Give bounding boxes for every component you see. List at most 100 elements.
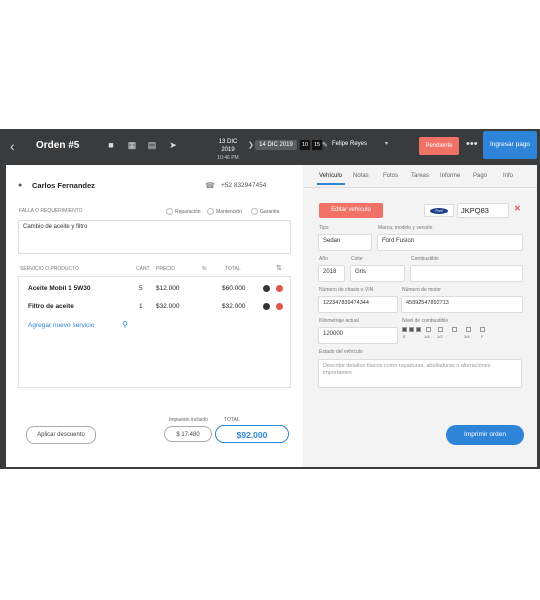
fuel-box[interactable] xyxy=(402,327,407,332)
add-service-link[interactable]: Agregar nuevo servicio xyxy=(28,322,94,329)
tab-indicator xyxy=(317,183,345,185)
state-label: Estado del vehículo xyxy=(319,349,363,355)
tab-report[interactable]: Informe xyxy=(440,173,460,179)
fuel-box[interactable] xyxy=(452,327,457,332)
date-to[interactable]: 14 DIC 2019 xyxy=(255,140,297,150)
apply-discount-button[interactable]: Aplicar descuento xyxy=(26,426,96,444)
fuel-label-e: E xyxy=(403,334,406,339)
type-field[interactable]: Sedan xyxy=(318,234,372,251)
option-warranty[interactable]: Garantía xyxy=(251,208,279,215)
delete-icon[interactable] xyxy=(276,285,283,292)
wrench-icon: ✎ xyxy=(322,142,328,149)
top-bar: ‹ Orden #5 ■ ▦ ▤ ➤ 13 DIC 2019 10:46 PM … xyxy=(0,129,540,165)
status-button[interactable]: Pendiente xyxy=(419,137,459,155)
fuel-box[interactable] xyxy=(466,327,471,332)
year-field[interactable]: 2018 xyxy=(318,265,345,282)
close-icon[interactable]: ✕ xyxy=(514,204,521,213)
chevron-down-icon[interactable]: ▾ xyxy=(385,140,388,147)
check-icon[interactable] xyxy=(263,285,270,292)
request-textarea[interactable]: Cambio de aceite y filtro xyxy=(18,220,291,254)
tab-payment[interactable]: Pago xyxy=(473,173,487,179)
service-name: Filtro de aceite xyxy=(28,303,74,310)
service-total: $32.000 xyxy=(222,303,246,310)
date-from-time: 10:46 PM xyxy=(217,155,239,161)
minute-field[interactable]: 15 xyxy=(312,140,322,150)
color-field[interactable]: Gris xyxy=(350,265,405,282)
service-qty: 1 xyxy=(139,303,143,310)
radio-icon xyxy=(251,208,258,215)
delete-icon[interactable] xyxy=(276,303,283,310)
engine-field[interactable]: 458925478​92713 xyxy=(401,296,523,313)
km-field[interactable]: 120000 xyxy=(318,327,398,344)
divider xyxy=(18,387,291,388)
tab-notes[interactable]: Notas xyxy=(353,173,369,179)
col-service: SERVICIO O PRODUCTO xyxy=(20,266,79,272)
app-window: ‹ Orden #5 ■ ▦ ▤ ➤ 13 DIC 2019 10:46 PM … xyxy=(0,129,540,469)
fuel-box[interactable] xyxy=(438,327,443,332)
plate-field[interactable]: JKPQ83 xyxy=(457,203,509,218)
option-maintenance-label: Mantención xyxy=(216,208,242,215)
calendar-icon[interactable]: ▦ xyxy=(126,140,138,150)
col-total: TOTAL xyxy=(225,266,241,272)
fuel-type-label: Combustible xyxy=(411,256,439,262)
tab-vehicle[interactable]: Vehículo xyxy=(319,173,342,179)
print-order-button[interactable]: Imprimir orden xyxy=(446,425,524,445)
col-qty: CANT xyxy=(136,266,150,272)
col-discount: % xyxy=(202,266,207,272)
tab-photos[interactable]: Fotos xyxy=(383,173,398,179)
customer-name[interactable]: Carlos Fernandez xyxy=(32,181,95,190)
edit-vehicle-button[interactable]: Editar vehículo xyxy=(319,203,383,218)
service-price: $32.000 xyxy=(156,303,180,310)
send-icon[interactable]: ➤ xyxy=(167,140,179,150)
brand-logo: Ford xyxy=(424,204,454,217)
divider xyxy=(18,276,291,277)
fuel-box[interactable] xyxy=(480,327,485,332)
more-icon[interactable]: ••• xyxy=(466,138,478,150)
user-icon: ● xyxy=(18,182,23,189)
tab-info[interactable]: Info xyxy=(503,173,513,179)
request-label: FALLA O REQUERIMIENTO xyxy=(19,208,83,214)
fuel-level-label: Nivel de combustible xyxy=(402,318,449,324)
hour-field[interactable]: 10 xyxy=(300,140,310,150)
radio-icon xyxy=(166,208,173,215)
year-label: Año xyxy=(319,256,328,262)
user-name[interactable]: Felipe Reyes xyxy=(332,141,367,147)
search-icon[interactable]: ⚲ xyxy=(122,320,128,329)
check-icon[interactable] xyxy=(263,303,270,310)
folder-icon[interactable]: ■ xyxy=(105,140,117,150)
enter-payment-button[interactable]: Ingresar pago xyxy=(483,131,537,159)
customer-phone[interactable]: +52 832947454 xyxy=(221,182,266,189)
option-maintenance[interactable]: Mantención xyxy=(207,208,242,215)
option-repair-label: Reparación xyxy=(175,208,201,215)
vin-label: Número de chasis o VIN xyxy=(319,287,374,293)
date-from-day: 13 DIC 2019 xyxy=(218,139,238,153)
divider xyxy=(303,187,537,188)
state-textarea[interactable]: Describe detalles físicos como rayaduras… xyxy=(318,359,522,388)
engine-label: Número de motor xyxy=(402,287,441,293)
tab-tasks[interactable]: Tareas xyxy=(411,173,429,179)
arrow-right-icon: ❯ xyxy=(248,142,254,149)
km-label: Kilometraje actual xyxy=(319,318,359,324)
type-label: Tipo xyxy=(319,225,329,231)
vin-field[interactable]: 1223478394743​44 xyxy=(318,296,398,313)
fuel-box[interactable] xyxy=(409,327,414,332)
order-title: Orden #5 xyxy=(36,140,80,151)
fuel-box[interactable] xyxy=(426,327,431,332)
fuel-box[interactable] xyxy=(416,327,421,332)
ford-logo-icon: Ford xyxy=(430,208,448,214)
option-warranty-label: Garantía xyxy=(260,208,280,215)
tax-label: Impuesto incluido xyxy=(169,417,208,423)
vehicle-panel: Vehículo Notas Fotos Tareas Informe Pago… xyxy=(303,165,537,467)
col-price: PRECIO xyxy=(156,266,176,272)
sort-icon[interactable]: ⇅ xyxy=(276,264,282,272)
print-icon[interactable]: ▤ xyxy=(146,140,158,150)
total-field[interactable]: $92.000 xyxy=(215,425,289,443)
table-border xyxy=(18,276,19,387)
model-field[interactable]: Ford Fusion xyxy=(377,234,523,251)
order-panel: ● Carlos Fernandez ☎ +52 832947454 FALLA… xyxy=(6,165,303,467)
date-from[interactable]: 13 DIC 2019 10:46 PM xyxy=(212,138,244,162)
fuel-type-field[interactable] xyxy=(410,265,523,282)
option-repair[interactable]: Reparación xyxy=(166,208,201,215)
back-icon[interactable]: ‹ xyxy=(10,138,15,154)
tax-field[interactable]: $ 17.480 xyxy=(164,426,212,442)
